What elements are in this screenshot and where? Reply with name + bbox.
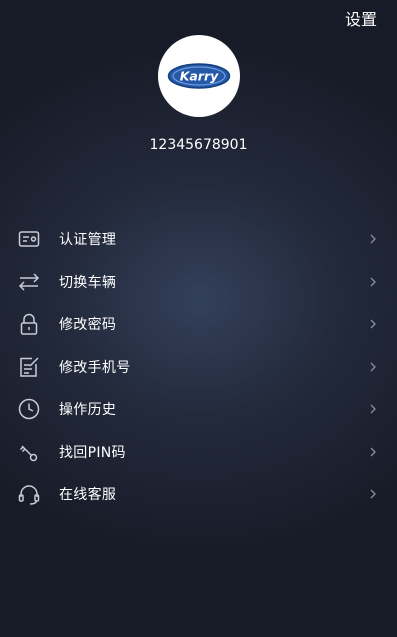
menu-item-change-password[interactable]: 修改密码 [0, 303, 397, 346]
menu-item-recover-pin[interactable]: 找回PIN码 [0, 431, 397, 474]
menu-label: 在线客服 [59, 487, 117, 504]
menu-label: 找回PIN码 [59, 444, 126, 461]
id-card-icon [18, 231, 40, 247]
profile-screen: 设置 Karry 12345678901 认证管理 切换车辆 修改密码 修改手机… [0, 0, 397, 637]
menu-label: 操作历史 [59, 402, 117, 419]
clock-icon [18, 398, 40, 420]
lock-icon [20, 313, 38, 335]
swap-arrows-icon [18, 272, 40, 291]
chevron-right-icon [370, 447, 376, 456]
chevron-right-icon [370, 277, 376, 286]
account-number: 12345678901 [149, 137, 248, 153]
menu-item-online-service[interactable]: 在线客服 [0, 473, 397, 516]
menu-label: 切换车辆 [59, 274, 117, 291]
edit-note-icon [20, 356, 39, 377]
menu-item-change-phone[interactable]: 修改手机号 [0, 346, 397, 389]
chevron-right-icon [370, 489, 376, 499]
headset-icon [18, 485, 40, 505]
chevron-right-icon [370, 234, 376, 244]
chevron-right-icon [370, 362, 376, 371]
menu-item-operation-history[interactable]: 操作历史 [0, 388, 397, 431]
menu-label: 修改手机号 [59, 359, 131, 376]
menu-label: 认证管理 [59, 232, 117, 249]
chevron-right-icon [370, 319, 376, 329]
settings-button[interactable]: 设置 [345, 6, 377, 30]
menu-item-certification[interactable]: 认证管理 [0, 218, 397, 261]
settings-menu: 认证管理 切换车辆 修改密码 修改手机号 操作历史 找回PIN码 在线客服 [0, 218, 397, 516]
karry-logo: Karry [167, 63, 231, 89]
chevron-right-icon [370, 404, 376, 414]
menu-label: 修改密码 [59, 317, 117, 334]
avatar[interactable]: Karry [158, 35, 240, 117]
menu-item-switch-vehicle[interactable]: 切换车辆 [0, 261, 397, 304]
key-icon [19, 444, 38, 461]
svg-text:Karry: Karry [180, 69, 219, 84]
